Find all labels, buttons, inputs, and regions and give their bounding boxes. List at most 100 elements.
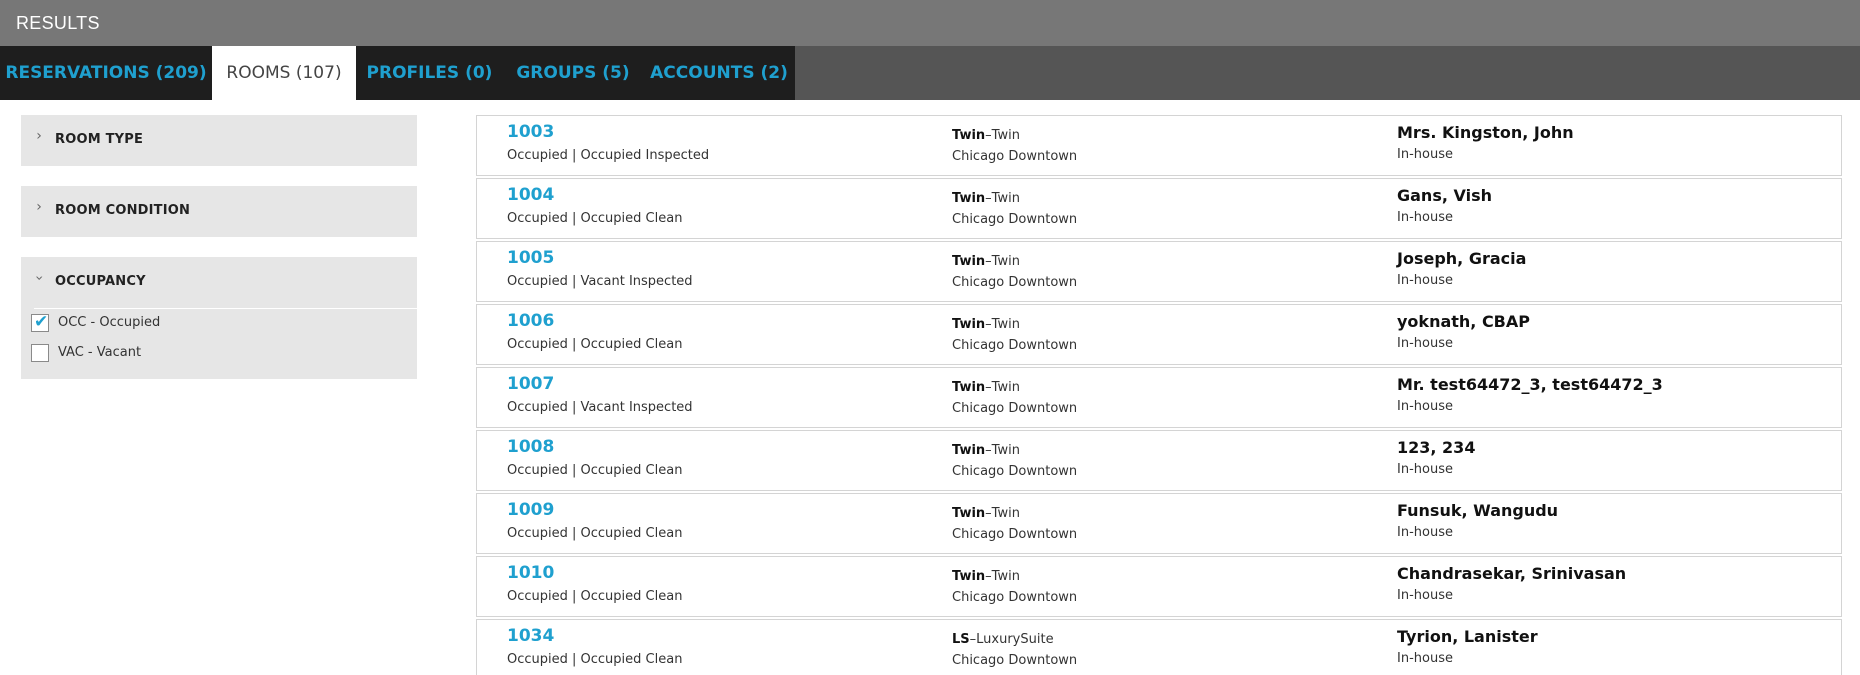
room-type-name: Twin <box>991 380 1020 395</box>
room-number-link[interactable]: 1034 <box>507 626 554 646</box>
page-title: RESULTS <box>16 13 100 33</box>
filter-room-type-title: ROOM TYPE <box>55 132 144 147</box>
room-type: Twin–Twin <box>952 569 1020 584</box>
room-status: Occupied | Occupied Clean <box>507 211 683 226</box>
room-location: Chicago Downtown <box>952 212 1078 227</box>
occupancy-option-label: VAC - Vacant <box>58 345 142 360</box>
room-number-link[interactable]: 1010 <box>507 563 554 583</box>
divider <box>34 308 417 309</box>
room-status: Occupied | Occupied Clean <box>507 463 683 478</box>
room-type-name: LuxurySuite <box>976 632 1054 647</box>
room-location: Chicago Downtown <box>952 527 1078 542</box>
tab-accounts[interactable]: ACCOUNTS (2) <box>643 46 795 100</box>
room-location: Chicago Downtown <box>952 275 1078 290</box>
room-status: Occupied | Vacant Inspected <box>507 400 693 415</box>
room-status: Occupied | Occupied Clean <box>507 589 683 604</box>
room-type: Twin–Twin <box>952 254 1020 269</box>
occupancy-option-label: OCC - Occupied <box>58 315 161 330</box>
room-type: Twin–Twin <box>952 380 1020 395</box>
guest-status: In-house <box>1397 588 1453 603</box>
room-type-name: Twin <box>991 569 1020 584</box>
room-type: Twin–Twin <box>952 191 1020 206</box>
room-location: Chicago Downtown <box>952 653 1078 668</box>
occupied-checkbox[interactable]: ✔ <box>31 312 49 332</box>
guest-name: Funsuk, Wangudu <box>1397 501 1559 520</box>
room-type-code: LS <box>952 632 970 647</box>
room-type-name: Twin <box>991 506 1020 521</box>
chevron-right-icon: › <box>36 199 42 215</box>
room-number-link[interactable]: 1008 <box>507 437 554 457</box>
results-header: RESULTS <box>0 0 1860 46</box>
tab-rooms[interactable]: ROOMS (107) <box>212 46 356 100</box>
guest-name: Mrs. Kingston, John <box>1397 123 1574 142</box>
room-type-code: Twin <box>952 191 986 206</box>
room-row[interactable]: 1003 Occupied | Occupied Inspected Twin–… <box>476 115 1842 176</box>
guest-status: In-house <box>1397 147 1453 162</box>
room-location: Chicago Downtown <box>952 590 1078 605</box>
guest-status: In-house <box>1397 273 1453 288</box>
filter-room-condition: › ROOM CONDITION <box>21 186 417 237</box>
tab-groups[interactable]: GROUPS (5) <box>503 46 643 100</box>
room-type: Twin–Twin <box>952 443 1020 458</box>
room-type-code: Twin <box>952 443 986 458</box>
room-type-name: Twin <box>991 254 1020 269</box>
room-type-code: Twin <box>952 254 986 269</box>
guest-name: Gans, Vish <box>1397 186 1492 205</box>
room-status: Occupied | Occupied Clean <box>507 652 683 667</box>
room-row[interactable]: 1009 Occupied | Occupied Clean Twin–Twin… <box>476 493 1842 554</box>
filter-occupancy-title: OCCUPANCY <box>55 274 146 289</box>
room-location: Chicago Downtown <box>952 338 1078 353</box>
room-type: Twin–Twin <box>952 506 1020 521</box>
filter-occupancy-toggle[interactable]: › OCCUPANCY <box>21 257 417 307</box>
room-type-name: Twin <box>991 191 1020 206</box>
room-row[interactable]: 1034 Occupied | Occupied Clean LS–Luxury… <box>476 619 1842 675</box>
room-number-link[interactable]: 1003 <box>507 122 554 142</box>
tab-reservations[interactable]: RESERVATIONS (209) <box>0 46 212 100</box>
room-row[interactable]: 1008 Occupied | Occupied Clean Twin–Twin… <box>476 430 1842 491</box>
room-row[interactable]: 1006 Occupied | Occupied Clean Twin–Twin… <box>476 304 1842 365</box>
room-number-link[interactable]: 1009 <box>507 500 554 520</box>
guest-status: In-house <box>1397 462 1453 477</box>
room-row[interactable]: 1010 Occupied | Occupied Clean Twin–Twin… <box>476 556 1842 617</box>
chevron-right-icon: › <box>36 128 42 144</box>
guest-name: Mr. test64472_3, test64472_3 <box>1397 375 1663 394</box>
room-number-link[interactable]: 1006 <box>507 311 554 331</box>
guest-name: Tyrion, Lanister <box>1397 627 1538 646</box>
room-status: Occupied | Vacant Inspected <box>507 274 693 289</box>
room-type-name: Twin <box>991 128 1020 143</box>
guest-status: In-house <box>1397 336 1453 351</box>
room-number-link[interactable]: 1004 <box>507 185 554 205</box>
room-number-link[interactable]: 1005 <box>507 248 554 268</box>
guest-status: In-house <box>1397 399 1453 414</box>
guest-name: Joseph, Gracia <box>1397 249 1527 268</box>
room-row[interactable]: 1005 Occupied | Vacant Inspected Twin–Tw… <box>476 241 1842 302</box>
room-type-name: Twin <box>991 443 1020 458</box>
room-location: Chicago Downtown <box>952 464 1078 479</box>
tabbar-filler <box>795 46 1860 100</box>
filter-occupancy: › OCCUPANCY ✔ OCC - Occupied VAC - Vacan… <box>21 257 417 379</box>
room-row[interactable]: 1004 Occupied | Occupied Clean Twin–Twin… <box>476 178 1842 239</box>
filter-room-type-toggle[interactable]: › ROOM TYPE <box>21 115 417 165</box>
chevron-down-icon: › <box>31 275 47 281</box>
room-results-list: 1003 Occupied | Occupied Inspected Twin–… <box>476 115 1842 675</box>
room-status: Occupied | Occupied Inspected <box>507 148 710 163</box>
filter-room-type: › ROOM TYPE <box>21 115 417 166</box>
room-number-link[interactable]: 1007 <box>507 374 554 394</box>
room-location: Chicago Downtown <box>952 149 1078 164</box>
filter-room-condition-title: ROOM CONDITION <box>55 203 191 218</box>
tab-profiles[interactable]: PROFILES (0) <box>356 46 503 100</box>
room-type-code: Twin <box>952 317 986 332</box>
room-location: Chicago Downtown <box>952 401 1078 416</box>
guest-status: In-house <box>1397 651 1453 666</box>
room-status: Occupied | Occupied Clean <box>507 526 683 541</box>
room-type: LS–LuxurySuite <box>952 632 1054 647</box>
room-type-name: Twin <box>991 317 1020 332</box>
room-row[interactable]: 1007 Occupied | Vacant Inspected Twin–Tw… <box>476 367 1842 428</box>
guest-status: In-house <box>1397 210 1453 225</box>
filter-room-condition-toggle[interactable]: › ROOM CONDITION <box>21 186 417 236</box>
vacant-checkbox[interactable] <box>31 344 49 362</box>
room-type-code: Twin <box>952 128 986 143</box>
guest-name: 123, 234 <box>1397 438 1476 457</box>
room-type-code: Twin <box>952 380 986 395</box>
room-type: Twin–Twin <box>952 317 1020 332</box>
